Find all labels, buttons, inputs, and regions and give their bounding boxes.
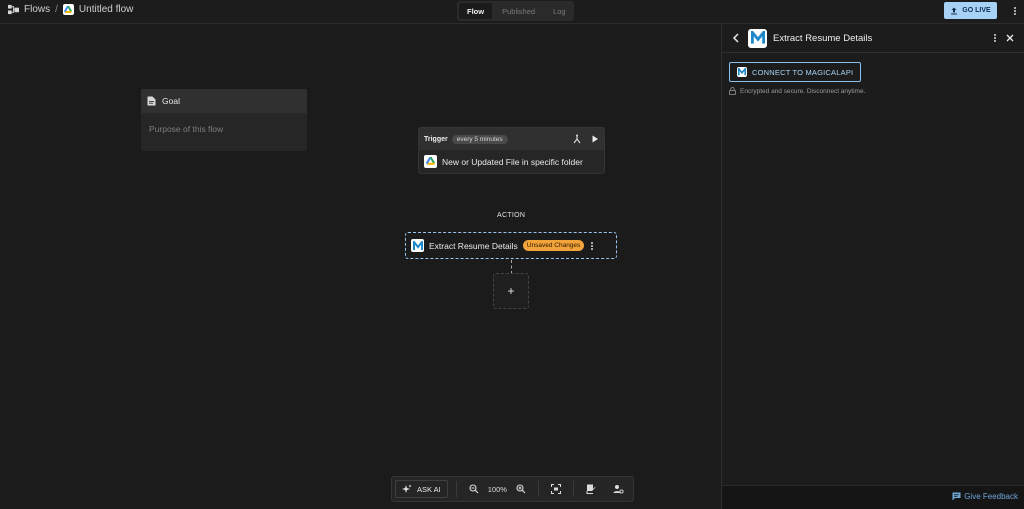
canvas-toolbar: ASK AI 100% <box>391 476 634 502</box>
tab-published[interactable]: Published <box>494 3 543 19</box>
feedback-icon <box>952 492 961 501</box>
panel-title: Extract Resume Details <box>773 32 873 44</box>
notes-icon[interactable] <box>582 480 600 498</box>
branch-icon[interactable] <box>572 134 582 144</box>
status-badge: Unsaved Changes <box>522 240 585 251</box>
security-note-text: Encrypted and secure. Disconnect anytime… <box>740 87 866 95</box>
tab-flow[interactable]: Flow <box>459 3 493 19</box>
tab-log[interactable]: Log <box>545 3 574 19</box>
breadcrumb-flows-link[interactable]: Flows <box>24 4 50 15</box>
breadcrumb: Flows / Untitled flow <box>8 4 133 15</box>
step-config-panel: Extract Resume Details CONNECT TO MAGICA… <box>721 24 1024 509</box>
trigger-card[interactable]: Trigger every 5 minutes New or Updated F… <box>418 127 605 174</box>
ask-ai-label: ASK AI <box>417 484 441 494</box>
trigger-label: Trigger <box>424 135 448 143</box>
trigger-header: Trigger every 5 minutes <box>419 128 604 150</box>
toolbar-divider <box>455 481 457 497</box>
flow-connector <box>511 260 512 274</box>
connect-account-button[interactable]: CONNECT TO MAGICALAPI <box>729 62 861 82</box>
zoom-level: 100% <box>487 484 507 494</box>
goal-input[interactable]: Purpose of this flow <box>141 113 307 145</box>
magicalapi-icon <box>748 28 767 48</box>
security-note: Encrypted and secure. Disconnect anytime… <box>729 87 865 95</box>
google-drive-icon <box>62 4 74 15</box>
more-vertical-icon[interactable] <box>994 34 996 42</box>
toolbar-divider <box>572 481 574 497</box>
flows-icon[interactable] <box>8 4 19 15</box>
goal-header: Goal <box>141 89 307 113</box>
google-drive-icon <box>424 155 437 168</box>
magicalapi-icon <box>411 239 424 252</box>
feedback-label: Give Feedback <box>964 492 1018 501</box>
zoom-in-icon[interactable] <box>512 480 530 498</box>
action-name: Extract Resume Details <box>429 240 518 251</box>
trigger-event-label: New or Updated File in specific folder <box>442 156 583 167</box>
add-step-button[interactable]: + <box>493 273 529 309</box>
sparkle-icon <box>402 484 412 494</box>
go-live-button[interactable]: GO LIVE <box>944 2 997 19</box>
toolbar-divider <box>537 481 539 497</box>
flow-name[interactable]: Untitled flow <box>79 4 133 15</box>
panel-footer: Give Feedback <box>722 485 1024 509</box>
action-section-label: ACTION <box>497 212 526 219</box>
close-icon[interactable] <box>1006 34 1014 42</box>
top-bar: Flows / Untitled flow Flow Published Log… <box>0 0 1024 24</box>
more-vertical-icon[interactable] <box>591 241 594 250</box>
fit-view-icon[interactable] <box>547 480 565 498</box>
ask-ai-button[interactable]: ASK AI <box>395 480 448 498</box>
document-icon <box>147 96 156 106</box>
more-vertical-icon[interactable] <box>1009 3 1019 19</box>
play-icon[interactable] <box>591 135 599 143</box>
go-live-label: GO LIVE <box>962 7 991 14</box>
upload-icon <box>950 7 958 15</box>
breadcrumb-separator: / <box>55 4 58 15</box>
give-feedback-link[interactable]: Give Feedback <box>952 492 1018 501</box>
schedule-badge[interactable]: every 5 minutes <box>451 134 508 144</box>
zoom-out-icon[interactable] <box>465 480 483 498</box>
panel-header: Extract Resume Details <box>722 24 1024 53</box>
trigger-event[interactable]: New or Updated File in specific folder <box>419 150 604 173</box>
goal-title: Goal <box>162 96 180 106</box>
lock-icon <box>729 87 736 95</box>
view-tabs: Flow Published Log <box>457 1 574 21</box>
action-node[interactable]: Extract Resume Details Unsaved Changes <box>405 232 617 259</box>
plus-icon: + <box>507 284 515 298</box>
goal-card[interactable]: Goal Purpose of this flow <box>141 89 307 151</box>
connect-label: CONNECT TO MAGICALAPI <box>752 67 854 77</box>
back-icon[interactable] <box>732 33 740 43</box>
user-settings-icon[interactable] <box>610 480 628 498</box>
magicalapi-icon <box>737 67 747 77</box>
